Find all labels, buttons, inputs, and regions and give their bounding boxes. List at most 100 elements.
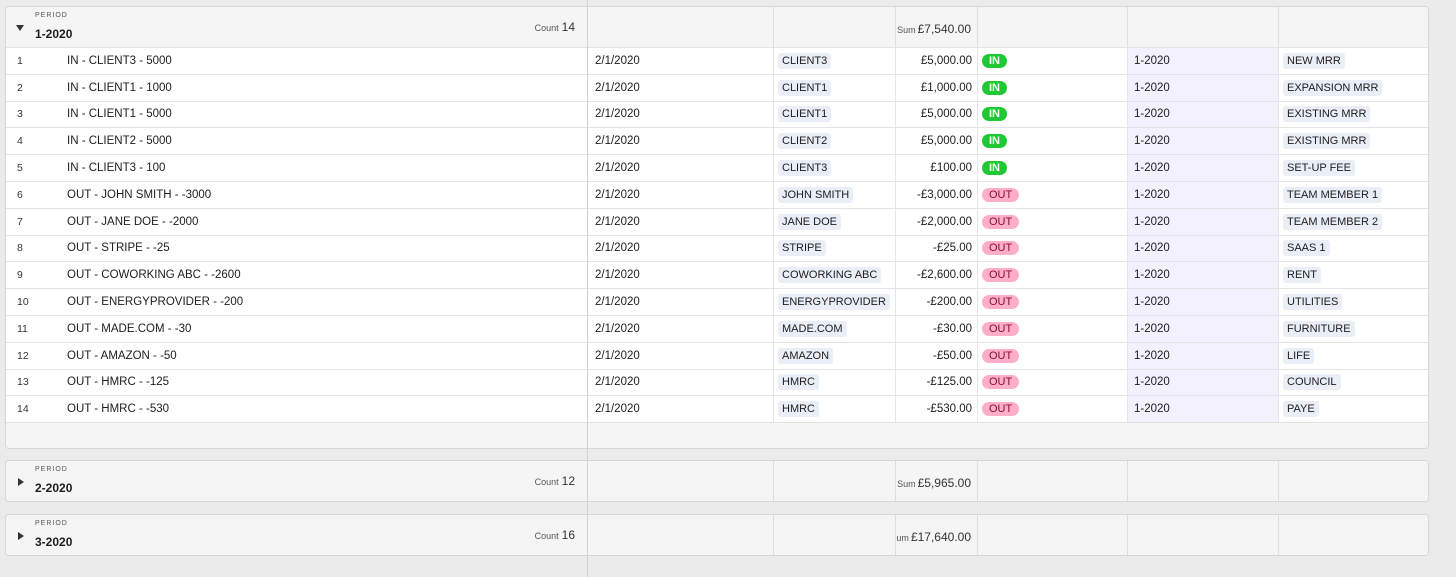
category-cell[interactable]: LIFE xyxy=(1279,343,1428,369)
period-cell[interactable]: 1-2020 xyxy=(1128,235,1279,262)
counterparty-cell[interactable]: ENERGYPROVIDER xyxy=(774,289,896,315)
record-name-cell[interactable]: OUT - JOHN SMITH - -3000 xyxy=(36,181,588,208)
table-row[interactable]: 14 OUT - HMRC - -530 2/1/2020 HMRC -£530.00 O… xyxy=(6,395,1428,423)
date-cell[interactable]: 2/1/2020 xyxy=(588,396,774,423)
frozen-column-divider[interactable] xyxy=(587,0,588,577)
date-cell[interactable]: 2/1/2020 xyxy=(588,128,774,155)
date-cell[interactable]: 2/1/2020 xyxy=(588,208,774,235)
counterparty-cell[interactable]: CLIENT3 xyxy=(774,155,896,181)
record-name-cell[interactable]: OUT - JANE DOE - -2000 xyxy=(36,208,588,235)
record-name-cell[interactable]: OUT - ENERGYPROVIDER - -200 xyxy=(36,289,588,315)
date-cell[interactable]: 2/1/2020 xyxy=(588,369,774,396)
period-cell[interactable]: 1-2020 xyxy=(1128,74,1279,101)
category-cell[interactable]: RENT xyxy=(1279,262,1428,288)
amount-cell[interactable]: -£200.00 xyxy=(896,289,978,315)
category-cell[interactable]: PAYE xyxy=(1279,396,1428,422)
table-row[interactable]: 1 IN - CLIENT3 - 5000 2/1/2020 CLIENT3 £5,00… xyxy=(6,47,1428,74)
counterparty-cell[interactable]: MADE.COM xyxy=(774,315,896,342)
collapse-group-icon[interactable] xyxy=(16,25,24,31)
date-cell[interactable]: 2/1/2020 xyxy=(588,48,774,74)
expand-group-icon[interactable] xyxy=(18,532,24,540)
table-row[interactable]: 12 OUT - AMAZON - -50 2/1/2020 AMAZON -£50.0… xyxy=(6,341,1428,369)
date-cell[interactable]: 2/1/2020 xyxy=(588,101,774,128)
record-name-cell[interactable]: IN - CLIENT1 - 1000 xyxy=(36,74,588,101)
counterparty-cell[interactable]: AMAZON xyxy=(774,342,896,369)
period-cell[interactable]: 1-2020 xyxy=(1128,48,1279,74)
category-cell[interactable]: NEW MRR xyxy=(1279,48,1428,74)
date-cell[interactable]: 2/1/2020 xyxy=(588,289,774,315)
amount-cell[interactable]: £5,000.00 xyxy=(896,101,978,128)
counterparty-cell[interactable]: CLIENT3 xyxy=(774,48,896,74)
category-cell[interactable]: COUNCIL xyxy=(1279,370,1428,396)
table-row[interactable]: 2 IN - CLIENT1 - 1000 2/1/2020 CLIENT1 £1,00… xyxy=(6,73,1428,101)
counterparty-cell[interactable]: HMRC xyxy=(774,396,896,423)
date-cell[interactable]: 2/1/2020 xyxy=(588,315,774,342)
amount-cell[interactable]: -£530.00 xyxy=(896,396,978,423)
amount-cell[interactable]: -£125.00 xyxy=(896,369,978,396)
record-name-cell[interactable]: OUT - STRIPE - -25 xyxy=(36,235,588,262)
date-cell[interactable]: 2/1/2020 xyxy=(588,235,774,262)
period-cell[interactable]: 1-2020 xyxy=(1128,342,1279,369)
counterparty-cell[interactable]: STRIPE xyxy=(774,235,896,262)
record-name-cell[interactable]: OUT - AMAZON - -50 xyxy=(36,342,588,369)
amount-cell[interactable]: -£25.00 xyxy=(896,235,978,262)
table-row[interactable]: 7 OUT - JANE DOE - -2000 2/1/2020 JANE DOE -… xyxy=(6,207,1428,235)
table-row[interactable]: 3 IN - CLIENT1 - 5000 2/1/2020 CLIENT1 £5,00… xyxy=(6,100,1428,128)
period-cell[interactable]: 1-2020 xyxy=(1128,262,1279,289)
period-cell[interactable]: 1-2020 xyxy=(1128,369,1279,396)
type-cell[interactable]: OUT xyxy=(978,342,1128,369)
group-header[interactable]: PERIOD 1-2020 Count 14 Sum £7,540.00 xyxy=(6,7,1428,47)
table-row[interactable]: 4 IN - CLIENT2 - 5000 2/1/2020 CLIENT2 £5,00… xyxy=(6,127,1428,155)
table-row[interactable]: 6 OUT - JOHN SMITH - -3000 2/1/2020 JOHN SM… xyxy=(6,180,1428,208)
period-cell[interactable]: 1-2020 xyxy=(1128,208,1279,235)
period-cell[interactable]: 1-2020 xyxy=(1128,181,1279,208)
counterparty-cell[interactable]: CLIENT2 xyxy=(774,128,896,155)
record-name-cell[interactable]: IN - CLIENT2 - 5000 xyxy=(36,128,588,155)
category-cell[interactable]: SET-UP FEE xyxy=(1279,155,1428,181)
date-cell[interactable]: 2/1/2020 xyxy=(588,74,774,101)
group-header[interactable]: PERIOD 3-2020 Count16 Sum£17,640.00 xyxy=(6,515,1428,555)
amount-cell[interactable]: £5,000.00 xyxy=(896,48,978,74)
counterparty-cell[interactable]: JANE DOE xyxy=(774,208,896,235)
group-header[interactable]: PERIOD 2-2020 Count 12 Sum £5,965.00 xyxy=(6,461,1428,501)
date-cell[interactable]: 2/1/2020 xyxy=(588,342,774,369)
expand-group-icon[interactable] xyxy=(18,478,24,486)
counterparty-cell[interactable]: HMRC xyxy=(774,369,896,396)
counterparty-cell[interactable]: JOHN SMITH xyxy=(774,181,896,208)
counterparty-cell[interactable]: COWORKING ABC xyxy=(774,262,896,289)
type-cell[interactable]: OUT xyxy=(978,396,1128,423)
amount-cell[interactable]: -£50.00 xyxy=(896,342,978,369)
period-cell[interactable]: 1-2020 xyxy=(1128,396,1279,423)
type-cell[interactable]: OUT xyxy=(978,235,1128,262)
category-cell[interactable]: EXISTING MRR xyxy=(1279,102,1428,128)
type-cell[interactable]: OUT xyxy=(978,369,1128,396)
category-cell[interactable]: EXISTING MRR xyxy=(1279,128,1428,154)
category-cell[interactable]: TEAM MEMBER 1 xyxy=(1279,182,1428,208)
amount-cell[interactable]: -£3,000.00 xyxy=(896,181,978,208)
counterparty-cell[interactable]: CLIENT1 xyxy=(774,74,896,101)
category-cell[interactable]: EXPANSION MRR xyxy=(1279,75,1428,101)
type-cell[interactable]: IN xyxy=(978,48,1128,74)
type-cell[interactable]: OUT xyxy=(978,289,1128,315)
date-cell[interactable]: 2/1/2020 xyxy=(588,155,774,181)
type-cell[interactable]: OUT xyxy=(978,262,1128,289)
type-cell[interactable]: OUT xyxy=(978,181,1128,208)
amount-cell[interactable]: £5,000.00 xyxy=(896,128,978,155)
period-cell[interactable]: 1-2020 xyxy=(1128,315,1279,342)
record-name-cell[interactable]: OUT - HMRC - -125 xyxy=(36,369,588,396)
type-cell[interactable]: OUT xyxy=(978,208,1128,235)
date-cell[interactable]: 2/1/2020 xyxy=(588,181,774,208)
amount-cell[interactable]: £100.00 xyxy=(896,155,978,181)
record-name-cell[interactable]: IN - CLIENT3 - 5000 xyxy=(36,48,588,74)
table-row[interactable]: 13 OUT - HMRC - -125 2/1/2020 HMRC -£125.00 O… xyxy=(6,368,1428,396)
period-cell[interactable]: 1-2020 xyxy=(1128,101,1279,128)
table-row[interactable]: 9 OUT - COWORKING ABC - -2600 2/1/2020 COWO… xyxy=(6,261,1428,289)
type-cell[interactable]: IN xyxy=(978,74,1128,101)
amount-cell[interactable]: -£30.00 xyxy=(896,315,978,342)
type-cell[interactable]: IN xyxy=(978,128,1128,155)
table-row[interactable]: 8 OUT - STRIPE - -25 2/1/2020 STRIPE -£25.00… xyxy=(6,234,1428,262)
table-row[interactable]: 5 IN - CLIENT3 - 100 2/1/2020 CLIENT3 £100.0… xyxy=(6,154,1428,181)
record-name-cell[interactable]: IN - CLIENT1 - 5000 xyxy=(36,101,588,128)
table-row[interactable]: 11 OUT - MADE.COM - -30 2/1/2020 MADE.COM -£… xyxy=(6,314,1428,342)
period-cell[interactable]: 1-2020 xyxy=(1128,289,1279,315)
